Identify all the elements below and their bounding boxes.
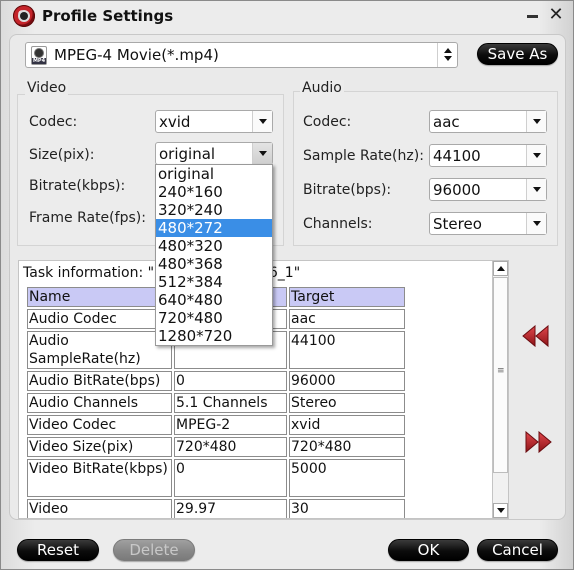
cell-name: Video Codec bbox=[27, 415, 172, 435]
audio-channels-label: Channels: bbox=[303, 216, 373, 232]
video-framerate-label: Frame Rate(fps): bbox=[29, 210, 146, 226]
audio-group-title: Audio bbox=[300, 80, 344, 96]
cell-source: 0 bbox=[174, 371, 287, 391]
size-dropdown-list[interactable]: original 240*160 320*240 480*272 480*320… bbox=[155, 164, 273, 346]
column-header-name: Name bbox=[27, 287, 172, 307]
delete-button[interactable]: Delete bbox=[113, 539, 195, 561]
cell-target: 5000 bbox=[289, 459, 405, 497]
video-codec-value: xvid bbox=[159, 113, 191, 131]
app-logo-icon bbox=[13, 5, 35, 27]
cell-target: 96000 bbox=[289, 371, 405, 391]
cell-source: MPEG-2 bbox=[174, 415, 287, 435]
up-down-arrows-icon[interactable] bbox=[437, 43, 457, 67]
table-row: Video Codec MPEG-2 xvid bbox=[27, 415, 405, 435]
cell-source: 5.1 Channels bbox=[174, 393, 287, 413]
task-scrollbar[interactable] bbox=[492, 260, 509, 519]
cell-target: aac bbox=[289, 309, 405, 329]
table-row: Video BitRate(kbps) 0 5000 bbox=[27, 459, 405, 497]
column-header-target: Target bbox=[289, 287, 405, 307]
video-codec-label: Codec: bbox=[29, 114, 78, 130]
size-option[interactable]: original bbox=[156, 165, 272, 183]
cell-source: 29.97 bbox=[174, 499, 287, 518]
reset-button[interactable]: Reset bbox=[17, 539, 99, 561]
table-row: Audio BitRate(bps) 0 96000 bbox=[27, 371, 405, 391]
size-option[interactable]: 512*384 bbox=[156, 273, 272, 291]
table-row: Video FrameRate(fps) 29.97 30 bbox=[27, 499, 405, 518]
profile-settings-window: Profile Settings ✕ MP4 MPEG-4 Movie(*.mp… bbox=[0, 0, 574, 570]
cell-target: 720*480 bbox=[289, 437, 405, 457]
video-size-select[interactable]: original bbox=[155, 142, 273, 165]
size-option[interactable]: 720*480 bbox=[156, 309, 272, 327]
cell-name: Audio SampleRate(hz) bbox=[27, 331, 172, 369]
audio-codec-value: aac bbox=[433, 113, 460, 131]
cell-target: 44100 bbox=[289, 331, 405, 369]
video-group-title: Video bbox=[25, 80, 69, 96]
size-option[interactable]: 480*368 bbox=[156, 255, 272, 273]
size-option[interactable]: 320*240 bbox=[156, 201, 272, 219]
chevron-down-icon[interactable] bbox=[526, 111, 546, 132]
cell-target: 30 bbox=[289, 499, 405, 518]
window-title: Profile Settings bbox=[42, 7, 174, 25]
rewind-icon[interactable] bbox=[521, 324, 551, 348]
video-size-value: original bbox=[159, 145, 216, 163]
ok-button[interactable]: OK bbox=[388, 539, 469, 561]
cancel-button[interactable]: Cancel bbox=[477, 539, 558, 561]
audio-codec-select[interactable]: aac bbox=[429, 110, 547, 133]
minimize-icon[interactable] bbox=[524, 6, 542, 24]
audio-bitrate-label: Bitrate(bps): bbox=[303, 182, 392, 198]
table-row: Audio Channels 5.1 Channels Stereo bbox=[27, 393, 405, 413]
audio-samplerate-select[interactable]: 44100 bbox=[429, 144, 547, 167]
cell-source: 0 bbox=[174, 459, 287, 497]
scrollbar-thumb[interactable] bbox=[493, 277, 508, 473]
cell-name: Video FrameRate(fps) bbox=[27, 499, 172, 518]
audio-samplerate-value: 44100 bbox=[433, 147, 481, 165]
profile-format-select[interactable]: MP4 MPEG-4 Movie(*.mp4) bbox=[25, 42, 458, 68]
close-icon[interactable]: ✕ bbox=[547, 6, 565, 24]
scroll-down-arrow-icon[interactable] bbox=[493, 503, 508, 518]
table-row: Video Size(pix) 720*480 720*480 bbox=[27, 437, 405, 457]
size-option[interactable]: 240*160 bbox=[156, 183, 272, 201]
title-bar[interactable]: Profile Settings ✕ bbox=[1, 1, 573, 31]
video-codec-select[interactable]: xvid bbox=[155, 110, 273, 133]
mp4-file-icon: MP4 bbox=[31, 46, 47, 65]
audio-bitrate-select[interactable]: 96000 bbox=[429, 178, 547, 201]
video-bitrate-label: Bitrate(kbps): bbox=[29, 178, 126, 194]
mp4-badge: MP4 bbox=[32, 58, 46, 64]
size-option[interactable]: 480*320 bbox=[156, 237, 272, 255]
cell-name: Audio Codec bbox=[27, 309, 172, 329]
video-size-label: Size(pix): bbox=[29, 147, 95, 163]
audio-bitrate-value: 96000 bbox=[433, 181, 481, 199]
audio-channels-select[interactable]: Stereo bbox=[429, 212, 547, 235]
chevron-down-icon[interactable] bbox=[526, 145, 546, 166]
cell-source: 720*480 bbox=[174, 437, 287, 457]
cell-target: Stereo bbox=[289, 393, 405, 413]
audio-channels-value: Stereo bbox=[433, 215, 482, 233]
chevron-down-icon[interactable] bbox=[252, 143, 272, 164]
cell-target: xvid bbox=[289, 415, 405, 435]
cell-name: Video Size(pix) bbox=[27, 437, 172, 457]
cell-name: Audio Channels bbox=[27, 393, 172, 413]
cell-name: Video BitRate(kbps) bbox=[27, 459, 172, 497]
chevron-down-icon[interactable] bbox=[526, 213, 546, 234]
audio-samplerate-label: Sample Rate(hz): bbox=[303, 148, 424, 164]
fast-forward-icon[interactable] bbox=[524, 430, 554, 454]
cell-name: Audio BitRate(bps) bbox=[27, 371, 172, 391]
chevron-down-icon[interactable] bbox=[252, 111, 272, 132]
size-option-highlighted[interactable]: 480*272 bbox=[156, 219, 272, 237]
audio-codec-label: Codec: bbox=[303, 114, 352, 130]
size-option[interactable]: 640*480 bbox=[156, 291, 272, 309]
size-option[interactable]: 1280*720 bbox=[156, 327, 272, 345]
chevron-down-icon[interactable] bbox=[526, 179, 546, 200]
scroll-up-arrow-icon[interactable] bbox=[493, 261, 508, 276]
save-as-button[interactable]: Save As bbox=[477, 43, 558, 65]
profile-format-value: MPEG-4 Movie(*.mp4) bbox=[54, 46, 219, 64]
